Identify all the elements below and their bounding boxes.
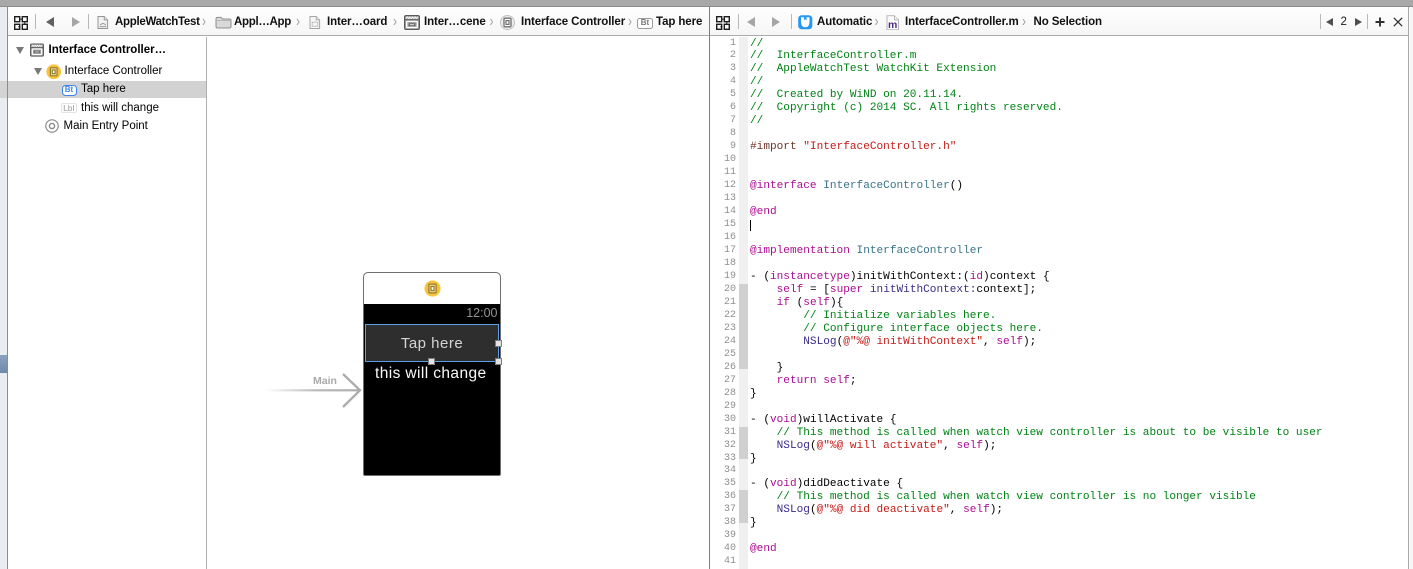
svg-text:m: m	[888, 19, 897, 31]
